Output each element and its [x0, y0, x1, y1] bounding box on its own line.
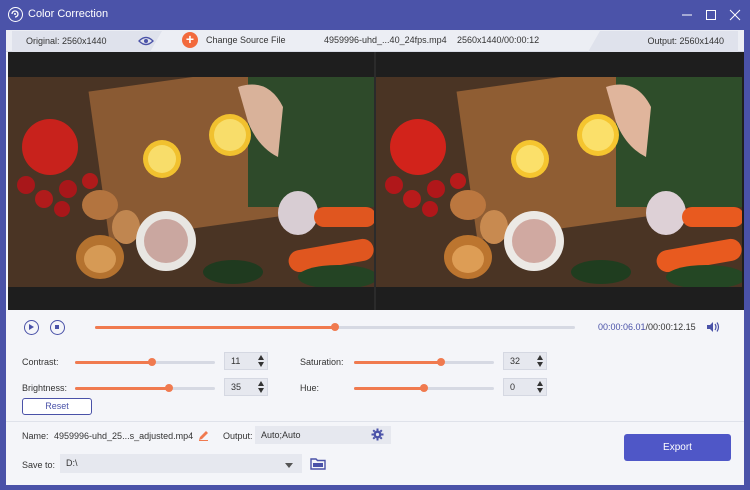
- contrast-label: Contrast:: [22, 357, 59, 367]
- export-button[interactable]: Export: [624, 434, 731, 461]
- main-content: Original: 2560x1440 + Change Source File…: [6, 30, 744, 485]
- original-resolution: Original: 2560x1440: [26, 36, 107, 46]
- reset-button[interactable]: Reset: [22, 398, 92, 415]
- decrement-icon[interactable]: [536, 361, 544, 368]
- stop-icon[interactable]: [50, 320, 65, 335]
- maximize-icon[interactable]: [702, 6, 720, 24]
- hue-slider[interactable]: [354, 384, 494, 392]
- playback-progress-knob[interactable]: [331, 323, 339, 331]
- gear-icon[interactable]: [371, 428, 384, 444]
- contrast-slider-fill: [75, 361, 152, 364]
- name-label: Name:: [22, 431, 49, 441]
- saturation-slider[interactable]: [354, 358, 494, 366]
- eye-icon[interactable]: [138, 36, 154, 49]
- saturation-label: Saturation:: [300, 357, 344, 367]
- hue-label: Hue:: [300, 383, 320, 393]
- decrement-icon[interactable]: [257, 361, 265, 368]
- brightness-label: Brightness:: [22, 383, 68, 393]
- close-icon[interactable]: [726, 6, 744, 24]
- play-icon[interactable]: [24, 320, 39, 335]
- brightness-slider[interactable]: [75, 384, 215, 392]
- increment-icon[interactable]: [536, 354, 544, 361]
- color-correction-window: Color Correction Original: 2560x1440 + C…: [0, 0, 750, 490]
- increment-icon[interactable]: [257, 380, 265, 387]
- output-preview: [376, 77, 742, 287]
- folder-icon[interactable]: [310, 457, 326, 473]
- increment-icon[interactable]: [257, 354, 265, 361]
- increment-icon[interactable]: [536, 380, 544, 387]
- app-logo-icon: [8, 7, 23, 22]
- info-bar: Original: 2560x1440 + Change Source File…: [6, 30, 744, 52]
- brightness-slider-knob[interactable]: [164, 384, 173, 392]
- save-to-value: D:\: [66, 458, 78, 468]
- minimize-icon[interactable]: [678, 6, 696, 24]
- change-source-file-button[interactable]: Change Source File: [206, 35, 286, 45]
- output-label: Output:: [223, 431, 253, 441]
- brightness-stepper[interactable]: 35: [224, 378, 268, 396]
- title-bar: Color Correction: [0, 0, 750, 30]
- playback-progress-fill: [95, 326, 335, 329]
- total-time: /00:00:12.15: [645, 322, 696, 332]
- source-file-meta: 2560x1440/00:00:12: [457, 35, 540, 45]
- edit-icon[interactable]: [198, 430, 209, 444]
- decrement-icon[interactable]: [257, 387, 265, 394]
- hue-value: 0: [510, 382, 516, 392]
- playback-controls: 00:00:06.01/00:00:12.15: [6, 316, 744, 340]
- video-preview-area: [8, 52, 744, 310]
- output-format-value: Auto;Auto: [261, 430, 301, 440]
- contrast-slider-knob[interactable]: [148, 358, 156, 366]
- brightness-slider-fill: [75, 387, 169, 390]
- hue-slider-knob[interactable]: [420, 384, 428, 392]
- current-time: 00:00:06.01: [598, 322, 646, 332]
- output-resolution: Output: 2560x1440: [647, 36, 724, 46]
- saturation-slider-knob[interactable]: [436, 358, 445, 366]
- contrast-stepper[interactable]: 11: [224, 352, 268, 370]
- hue-slider-fill: [354, 387, 424, 390]
- contrast-slider[interactable]: [75, 358, 215, 366]
- save-to-select[interactable]: D:\: [60, 454, 302, 473]
- hue-stepper[interactable]: 0: [503, 378, 547, 396]
- original-preview: [8, 77, 374, 287]
- source-file-name: 4959996-uhd_...40_24fps.mp4: [324, 35, 447, 45]
- decrement-icon[interactable]: [536, 387, 544, 394]
- time-readout: 00:00:06.01/00:00:12.15: [598, 322, 696, 332]
- contrast-value: 11: [231, 356, 241, 366]
- output-file-name: 4959996-uhd_25...s_adjusted.mp4: [54, 431, 194, 441]
- saturation-slider-fill: [354, 361, 441, 364]
- saturation-value: 32: [510, 356, 521, 366]
- section-divider: [6, 421, 744, 422]
- plus-icon[interactable]: +: [182, 32, 198, 48]
- brightness-value: 35: [231, 382, 242, 392]
- saturation-stepper[interactable]: 32: [503, 352, 547, 370]
- playback-progress-bar[interactable]: [95, 323, 575, 331]
- window-title: Color Correction: [28, 8, 109, 20]
- volume-icon[interactable]: [706, 321, 720, 336]
- chevron-down-icon[interactable]: [284, 460, 294, 472]
- save-to-label: Save to:: [22, 460, 56, 470]
